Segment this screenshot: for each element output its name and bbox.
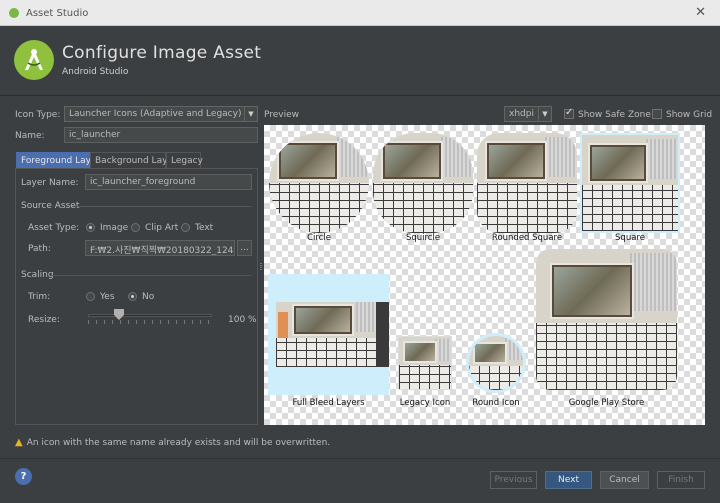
previous-button[interactable]: Previous bbox=[490, 471, 537, 489]
trim-no-label[interactable]: No bbox=[142, 292, 154, 302]
show-safe-zone-checkbox[interactable] bbox=[564, 107, 574, 119]
name-input[interactable]: ic_launcher bbox=[64, 127, 258, 143]
finish-button[interactable]: Finish bbox=[657, 471, 705, 489]
asset-type-clipart-radio[interactable] bbox=[131, 223, 140, 232]
legacy-icon-preview bbox=[398, 336, 452, 390]
overwrite-warning: ▲ An icon with the same name already exis… bbox=[15, 437, 330, 448]
density-value: xhdpi bbox=[509, 109, 534, 119]
asset-type-label: Asset Type: bbox=[28, 223, 80, 233]
caption-square: Square bbox=[615, 233, 645, 243]
caption-google-play-store: Google Play Store bbox=[568, 398, 645, 408]
splitter-handle[interactable] bbox=[260, 262, 262, 270]
icon-type-label: Icon Type: bbox=[15, 110, 61, 120]
resize-slider-track[interactable] bbox=[88, 314, 212, 317]
asset-type-text-radio[interactable] bbox=[181, 223, 190, 232]
tab-background-layer[interactable]: Background Layer bbox=[90, 152, 177, 169]
squircle-icon-preview bbox=[373, 133, 473, 233]
density-select[interactable]: xhdpi ▼ bbox=[504, 106, 552, 122]
round-icon-preview bbox=[466, 333, 526, 393]
tab-foreground-layer[interactable]: Foreground Layer bbox=[16, 152, 100, 169]
icon-type-select[interactable]: Launcher Icons (Adaptive and Legacy) ▼ bbox=[64, 106, 258, 122]
resize-value: 100 % bbox=[228, 315, 257, 325]
full-bleed-layers-preview bbox=[268, 274, 389, 395]
show-grid-checkbox[interactable] bbox=[652, 109, 662, 119]
trim-yes-radio[interactable] bbox=[86, 292, 95, 301]
resize-slider-ticks bbox=[88, 320, 212, 324]
caption-squircle: Squircle bbox=[405, 233, 441, 243]
help-icon[interactable]: ? bbox=[15, 468, 32, 485]
trim-yes-label[interactable]: Yes bbox=[100, 292, 115, 302]
scaling-label: Scaling bbox=[21, 270, 54, 280]
asset-type-image-radio[interactable] bbox=[86, 223, 95, 232]
caption-circle: Circle bbox=[307, 233, 331, 243]
square-icon-preview bbox=[580, 133, 680, 233]
layer-name-input[interactable]: ic_launcher_foreground bbox=[85, 174, 252, 190]
path-input[interactable]: F:₩2.사진₩직찍₩20180322_124108.j bbox=[85, 240, 235, 256]
layer-name-label: Layer Name: bbox=[21, 178, 79, 188]
page-subtitle: Android Studio bbox=[62, 67, 129, 77]
trim-label: Trim: bbox=[28, 292, 51, 302]
next-button[interactable]: Next bbox=[545, 471, 592, 489]
close-icon[interactable]: ✕ bbox=[695, 5, 706, 20]
show-grid-label[interactable]: Show Grid bbox=[666, 110, 712, 120]
trim-no-radio[interactable] bbox=[128, 292, 137, 301]
cancel-button[interactable]: Cancel bbox=[600, 471, 649, 489]
asset-type-text-label[interactable]: Text bbox=[195, 223, 213, 233]
warning-icon: ▲ bbox=[15, 437, 23, 448]
page-title: Configure Image Asset bbox=[62, 43, 262, 63]
divider bbox=[52, 275, 252, 276]
google-play-store-icon-preview bbox=[536, 249, 677, 390]
preview-label: Preview bbox=[264, 110, 300, 120]
caption-rounded-square: Rounded Square bbox=[491, 233, 563, 243]
compass-icon bbox=[25, 49, 43, 70]
name-label: Name: bbox=[15, 131, 45, 141]
browse-button[interactable]: ... bbox=[237, 240, 252, 256]
caption-round-icon: Round Icon bbox=[472, 398, 520, 408]
warning-text: An icon with the same name already exist… bbox=[26, 438, 331, 448]
android-studio-icon bbox=[9, 8, 19, 18]
show-safe-zone-label[interactable]: Show Safe Zone bbox=[578, 110, 651, 120]
source-asset-label: Source Asset bbox=[21, 201, 80, 211]
caption-full-bleed-layers: Full Bleed Layers bbox=[292, 398, 365, 408]
asset-type-image-label[interactable]: Image bbox=[100, 223, 128, 233]
tab-legacy[interactable]: Legacy bbox=[166, 152, 203, 169]
divider bbox=[72, 206, 252, 207]
chevron-down-icon: ▼ bbox=[538, 107, 551, 121]
resize-label: Resize: bbox=[28, 315, 60, 325]
chevron-down-icon: ▼ bbox=[244, 107, 257, 121]
path-label: Path: bbox=[28, 244, 51, 254]
title-bar bbox=[0, 0, 720, 26]
android-studio-logo bbox=[14, 40, 54, 80]
caption-legacy-icon: Legacy Icon bbox=[399, 398, 451, 408]
asset-type-clipart-label[interactable]: Clip Art bbox=[145, 223, 178, 233]
window-title: Asset Studio bbox=[26, 8, 89, 19]
rounded-square-icon-preview bbox=[477, 133, 577, 233]
icon-type-value: Launcher Icons (Adaptive and Legacy) bbox=[69, 109, 242, 119]
circle-icon-preview bbox=[269, 133, 369, 233]
